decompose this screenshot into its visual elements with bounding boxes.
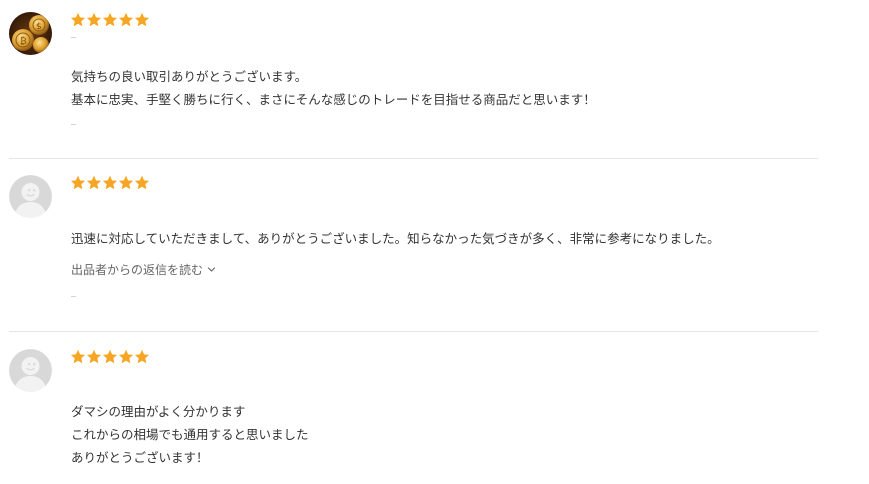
star-icon [134,175,150,191]
star-icon [118,175,134,191]
star-icon [102,175,118,191]
star-icon [86,175,102,191]
avatar [9,349,52,392]
star-icon [86,12,102,28]
avatar [9,175,52,218]
star-icon [118,12,134,28]
review-text: 気持ちの良い取引ありがとうございます。 基本に忠実、手堅く勝ちに行く、まさにそん… [71,69,596,107]
separator-mark [71,37,76,38]
default-user-avatar-icon [9,349,52,392]
star-icon [70,12,86,28]
star-icon [134,349,150,365]
avatar: $ ₿ [9,12,52,55]
review-text: ダマシの理由がよく分かります これからの相場でも通用すると思いました ありがとう… [71,404,309,465]
divider [9,331,818,332]
reply-link-label: 出品者からの返信を読む [71,263,204,277]
star-icon [134,12,150,28]
star-icon [118,349,134,365]
star-rating [70,349,150,365]
star-icon [70,349,86,365]
svg-text:₿: ₿ [20,36,27,47]
chevron-down-icon [207,265,216,274]
review-list: $ ₿ 気持ちの良い取引ありがとうございます。 基本に忠実、手堅く勝ちに行く、ま… [0,0,869,484]
separator-mark [71,296,76,297]
review-text: 迅速に対応していただきまして、ありがとうございました。知らなかった気づきが多く、… [71,231,720,246]
read-seller-reply-link[interactable]: 出品者からの返信を読む [71,261,216,278]
divider [9,158,818,159]
star-icon [70,175,86,191]
star-icon [102,349,118,365]
star-icon [86,349,102,365]
svg-text:$: $ [36,22,42,32]
separator-mark [71,124,76,125]
star-rating [70,175,150,191]
default-user-avatar-icon [9,175,52,218]
star-icon [102,12,118,28]
coin-photo-avatar-icon: $ ₿ [9,12,52,55]
star-rating [70,12,150,28]
